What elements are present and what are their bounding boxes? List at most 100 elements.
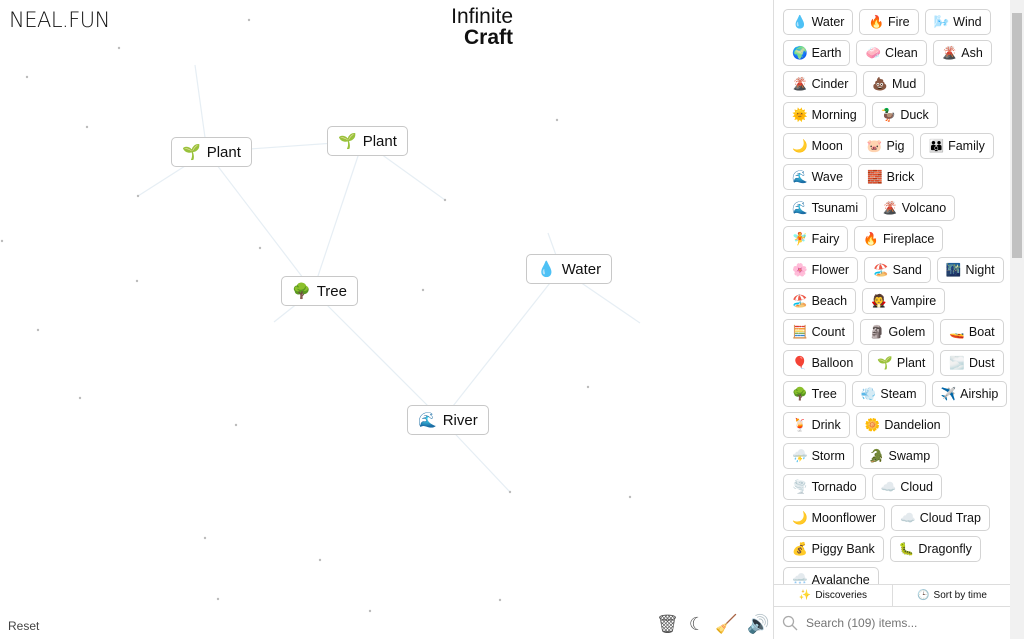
scrollbar-thumb[interactable]: [1012, 13, 1022, 258]
sidebar-item-brick[interactable]: 🧱 Brick: [858, 164, 924, 190]
speaker-icon[interactable]: 🔊: [747, 614, 769, 635]
particle-dot: [36, 328, 40, 332]
sidebar-tabs: ✨ Discoveries 🕒 Sort by time: [774, 584, 1011, 607]
sidebar-item-fire[interactable]: 🔥 Fire: [859, 9, 919, 35]
item-label: Night: [965, 263, 995, 277]
item-emoji-icon: 💰: [792, 541, 808, 556]
sidebar-item-steam[interactable]: 💨 Steam: [851, 381, 926, 407]
item-label: Pig: [886, 139, 905, 153]
sidebar-item-duck[interactable]: 🦆 Duck: [871, 102, 938, 128]
reset-button[interactable]: Reset: [8, 619, 39, 633]
search-input[interactable]: [806, 616, 996, 630]
item-label: Cinder: [811, 77, 849, 91]
item-label: Tornado: [811, 480, 857, 494]
particle-dot: [421, 288, 425, 292]
neal-fun-logo[interactable]: NEAL.FUN: [9, 8, 110, 32]
plant-icon: 🌱: [338, 133, 357, 150]
item-emoji-icon: 🐛: [898, 541, 915, 556]
sidebar-item-moonflower[interactable]: 🌙 Moonflower: [783, 505, 886, 531]
sidebar-item-tornado[interactable]: 🌪️ Tornado: [783, 474, 866, 500]
particle-dot: [78, 396, 82, 400]
search-bar: [774, 607, 1011, 639]
sidebar-item-balloon[interactable]: 🎈 Balloon: [783, 350, 863, 376]
sidebar-item-dandelion[interactable]: 🌼 Dandelion: [855, 412, 950, 438]
sparkles-icon: ✨: [798, 590, 812, 601]
item-label: Fire: [888, 15, 910, 29]
item-emoji-icon: 🌋: [941, 45, 958, 60]
crafting-canvas[interactable]: NEAL.FUN Infinite Craft 🌱 Plant 🌱 Plant 🌳 T…: [0, 0, 773, 639]
item-label: Morning: [811, 108, 857, 122]
sidebar-item-vampire[interactable]: 🧛 Vampire: [862, 288, 946, 314]
sidebar-item-beach[interactable]: 🏖️ Beach: [783, 288, 857, 314]
sidebar-item-sand[interactable]: 🏖️ Sand: [864, 257, 931, 283]
sidebar-item-dragonfly[interactable]: 🐛 Dragonfly: [889, 536, 981, 562]
canvas-item-plant[interactable]: 🌱 Plant: [171, 137, 252, 167]
item-label: Plant: [896, 356, 926, 370]
particle-dot: [135, 279, 139, 283]
item-emoji-icon: 🌋: [882, 200, 898, 215]
toolbar: 🗑 ☾ 🧹 🔊: [656, 614, 770, 635]
sidebar-item-family[interactable]: 👪 Family: [919, 133, 994, 159]
sidebar-item-wind[interactable]: 🌬️ Wind: [924, 9, 991, 35]
sidebar-item-golem[interactable]: 🗿 Golem: [859, 319, 935, 345]
item-emoji-icon: 🧱: [867, 169, 883, 184]
particle-dot: [508, 490, 512, 494]
sidebar-item-plant[interactable]: 🌱 Plant: [868, 350, 935, 376]
sidebar-item-count[interactable]: 🧮 Count: [783, 319, 854, 345]
canvas-item-water[interactable]: 💧 Water: [526, 254, 613, 284]
sidebar-item-cloud-trap[interactable]: ☁️ Cloud Trap: [891, 505, 990, 531]
broom-icon[interactable]: 🧹: [715, 614, 737, 635]
canvas-item-plant[interactable]: 🌱 Plant: [327, 126, 408, 156]
discoveries-tab[interactable]: ✨ Discoveries: [774, 585, 892, 606]
sidebar-item-dust[interactable]: 🌫️ Dust: [940, 350, 1004, 376]
item-emoji-icon: 🎈: [792, 355, 808, 370]
sidebar-item-cloud[interactable]: ☁️ Cloud: [871, 474, 943, 500]
item-label: Moonflower: [811, 511, 877, 525]
canvas-item-river[interactable]: 🌊 River: [407, 405, 489, 435]
item-label: Volcano: [901, 201, 947, 215]
sort-by-time-tab[interactable]: 🕒 Sort by time: [892, 585, 1011, 606]
item-label: Brick: [886, 170, 915, 184]
sidebar-item-wave[interactable]: 🌊 Wave: [783, 164, 853, 190]
sidebar-item-drink[interactable]: 🍹 Drink: [783, 412, 850, 438]
item-label: Dandelion: [884, 418, 941, 432]
sidebar-item-cinder[interactable]: 🌋 Cinder: [783, 71, 858, 97]
sidebar-item-fairy[interactable]: 🧚 Fairy: [783, 226, 849, 252]
sidebar-item-clean[interactable]: 🧼 Clean: [856, 40, 927, 66]
sidebar-item-tsunami[interactable]: 🌊 Tsunami: [783, 195, 868, 221]
sidebar-item-avalanche[interactable]: 🌨️ Avalanche: [783, 567, 879, 584]
sidebar-item-fireplace[interactable]: 🔥 Fireplace: [854, 226, 944, 252]
sidebar-item-morning[interactable]: 🌞 Morning: [783, 102, 866, 128]
sidebar-item-ash[interactable]: 🌋 Ash: [932, 40, 992, 66]
sidebar-item-mud[interactable]: 💩 Mud: [863, 71, 926, 97]
sidebar-item-pig[interactable]: 🐷 Pig: [857, 133, 914, 159]
sidebar-item-earth[interactable]: 🌍 Earth: [783, 40, 851, 66]
sidebar-item-swamp[interactable]: 🐊 Swamp: [859, 443, 940, 469]
sidebar-item-flower[interactable]: 🌸 Flower: [783, 257, 859, 283]
sidebar-item-water[interactable]: 💧 Water: [783, 9, 854, 35]
sidebar-item-boat[interactable]: 🚤 Boat: [940, 319, 1004, 345]
item-label: Wind: [953, 15, 982, 29]
moon-icon[interactable]: ☾: [689, 614, 705, 635]
item-emoji-icon: ⛈️: [792, 448, 808, 463]
sidebar-item-piggy-bank[interactable]: 💰 Piggy Bank: [783, 536, 884, 562]
particle-dot: [555, 118, 559, 122]
trash-icon[interactable]: 🗑: [656, 614, 679, 635]
sidebar-item-moon[interactable]: 🌙 Moon: [783, 133, 852, 159]
tab-label: Discoveries: [815, 590, 868, 601]
sidebar-item-tree[interactable]: 🌳 Tree: [783, 381, 846, 407]
item-emoji-icon: 🐷: [866, 138, 883, 153]
clock-icon: 🕒: [917, 590, 930, 601]
item-label: Dragonfly: [918, 542, 972, 556]
sidebar-item-storm[interactable]: ⛈️ Storm: [783, 443, 854, 469]
item-emoji-icon: 🦆: [880, 107, 897, 122]
canvas-item-tree[interactable]: 🌳 Tree: [281, 276, 358, 306]
sidebar-item-airship[interactable]: ✈️ Airship: [931, 381, 1008, 407]
sidebar-item-night[interactable]: 🌃 Night: [936, 257, 1004, 283]
plant-icon: 🌱: [182, 144, 201, 161]
connection-line: [441, 268, 562, 421]
sidebar-item-volcano[interactable]: 🌋 Volcano: [873, 195, 956, 221]
particle-dot: [498, 598, 502, 602]
scrollbar[interactable]: [1010, 0, 1024, 639]
item-label: Tree: [811, 387, 837, 401]
